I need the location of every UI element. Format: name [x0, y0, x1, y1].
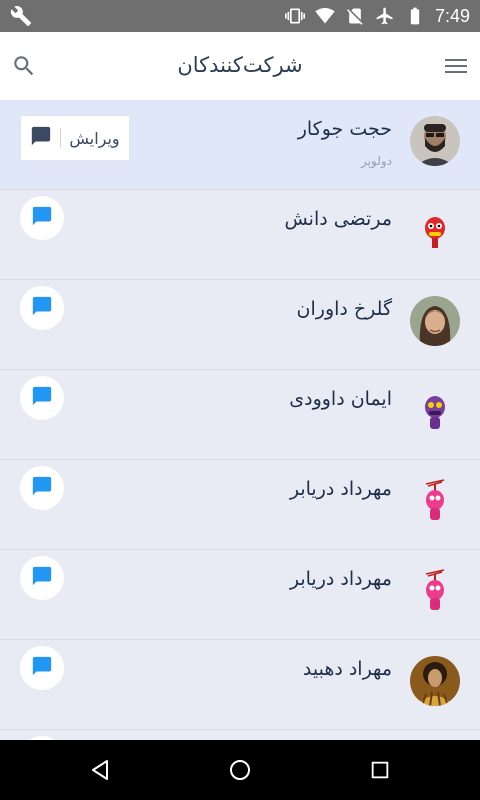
participant-row[interactable]: حجت جوکار دولوپر ویرایش	[0, 100, 480, 190]
participant-row[interactable]: مهراد دهبید	[0, 640, 480, 730]
no-sim-icon	[345, 6, 365, 26]
avatar	[410, 566, 460, 616]
app-bar: شرکت‌کنندکان	[0, 32, 480, 100]
hamburger-menu-icon[interactable]	[440, 50, 472, 82]
back-icon[interactable]	[84, 754, 116, 786]
chat-bubble-icon	[31, 655, 53, 681]
participant-name: گلرخ داوران	[296, 298, 392, 320]
edit-button[interactable]: ویرایش	[20, 115, 130, 161]
participants-list[interactable]: حجت جوکار دولوپر ویرایش مرتضی دانش گلرخ …	[0, 100, 480, 740]
vibrate-icon	[284, 6, 305, 26]
edit-label: ویرایش	[69, 128, 120, 148]
airplane-mode-icon	[375, 6, 395, 26]
participant-row-partial[interactable]	[0, 730, 480, 740]
participant-name: مهرداد دریابر	[289, 568, 392, 590]
participant-name: ایمان داوودی	[289, 388, 392, 410]
chat-bubble-icon	[31, 565, 53, 591]
message-button[interactable]	[20, 196, 64, 240]
participant-name: مهرداد دریابر	[289, 478, 392, 500]
participant-name: حجت جوکار	[297, 118, 392, 140]
avatar	[410, 386, 460, 436]
participant-role: دولوپر	[361, 154, 392, 168]
participant-row[interactable]: مهرداد دریابر	[0, 460, 480, 550]
recent-apps-icon[interactable]	[364, 754, 396, 786]
avatar	[410, 116, 460, 166]
status-bar: 7:49	[0, 0, 480, 32]
wrench-icon	[10, 5, 32, 27]
chat-bubble-icon	[31, 385, 53, 411]
avatar	[410, 296, 460, 346]
chat-bubble-icon	[31, 205, 53, 231]
clock-time: 7:49	[434, 5, 470, 26]
message-button[interactable]	[20, 286, 64, 330]
avatar	[410, 206, 460, 256]
message-button[interactable]	[20, 556, 64, 600]
participant-row[interactable]: مهرداد دریابر	[0, 550, 480, 640]
wifi-icon	[315, 6, 335, 26]
home-icon[interactable]	[224, 754, 256, 786]
chat-bubble-icon	[31, 295, 53, 321]
avatar	[410, 476, 460, 526]
divider	[60, 128, 62, 148]
page-title: شرکت‌کنندکان	[177, 53, 303, 77]
participant-name: مهراد دهبید	[302, 658, 392, 680]
participant-row[interactable]: ایمان داوودی	[0, 370, 480, 460]
avatar	[410, 656, 460, 706]
message-button[interactable]	[20, 376, 64, 420]
chat-bubble-icon	[30, 125, 52, 151]
participant-row[interactable]: مرتضی دانش	[0, 190, 480, 280]
participant-name: مرتضی دانش	[284, 208, 392, 230]
battery-icon	[405, 6, 425, 26]
chat-bubble-icon	[31, 475, 53, 501]
system-navigation-bar	[0, 740, 480, 800]
message-button[interactable]	[20, 466, 64, 510]
message-button[interactable]	[20, 646, 64, 690]
participant-row[interactable]: گلرخ داوران	[0, 280, 480, 370]
